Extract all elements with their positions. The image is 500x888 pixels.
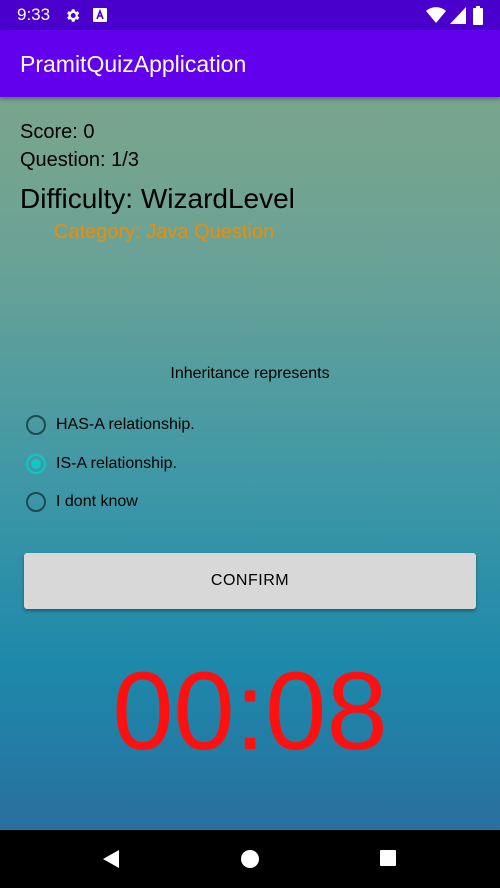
- difficulty-label: Difficulty: WizardLevel: [20, 183, 295, 214]
- confirm-button[interactable]: CONFIRM: [24, 553, 476, 609]
- status-bar: 9:33: [0, 0, 500, 30]
- signal-icon: [450, 7, 466, 24]
- radio-button-unchecked[interactable]: [26, 415, 46, 435]
- category-label: Category: Java Question: [54, 221, 275, 243]
- wifi-icon: [426, 7, 446, 23]
- question-text: Inheritance represents: [170, 365, 330, 382]
- question-count-label: Question: 1/3: [20, 149, 139, 171]
- countdown-timer: 00:08: [112, 650, 388, 773]
- radio-button-checked[interactable]: [26, 454, 46, 474]
- battery-icon: [473, 6, 483, 25]
- score-label: Score: 0: [20, 121, 95, 143]
- option-label: HAS-A relationship.: [56, 416, 195, 433]
- option-has-a[interactable]: HAS-A relationship.: [26, 411, 195, 439]
- app-title: PramitQuizApplication: [20, 51, 247, 77]
- radio-button-unchecked[interactable]: [26, 492, 46, 512]
- app-bar: PramitQuizApplication: [0, 30, 500, 97]
- home-icon[interactable]: [240, 849, 260, 869]
- recents-icon[interactable]: [379, 849, 397, 867]
- option-is-a[interactable]: IS-A relationship.: [26, 450, 177, 478]
- status-time: 9:33: [17, 5, 51, 24]
- option-label: I dont know: [56, 493, 138, 510]
- option-label: IS-A relationship.: [56, 455, 177, 472]
- option-dont-know[interactable]: I dont know: [26, 488, 138, 516]
- navigation-bar: [0, 830, 500, 888]
- gear-icon: [67, 9, 80, 22]
- back-icon[interactable]: [101, 849, 121, 869]
- quiz-content: Score: 0 Question: 1/3 Difficulty: Wizar…: [0, 97, 500, 830]
- a-badge-icon: [93, 8, 107, 22]
